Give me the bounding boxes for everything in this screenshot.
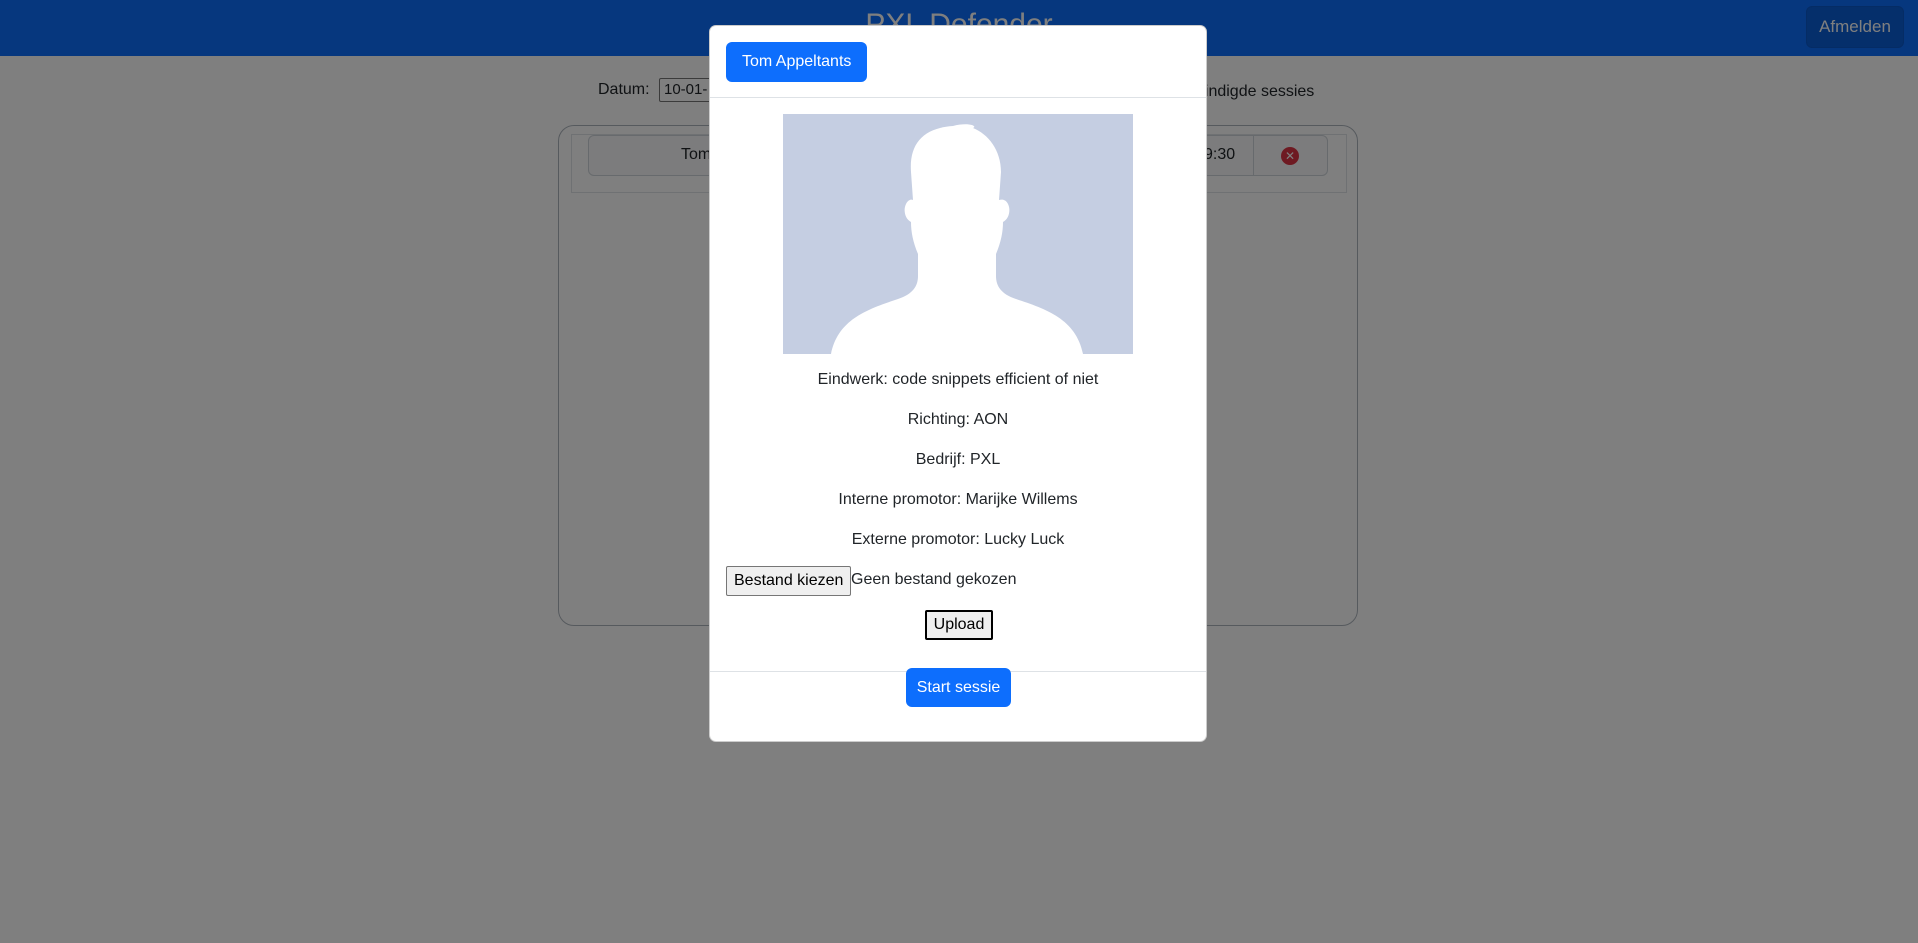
student-name-button[interactable]: Tom Appeltants [726,42,868,82]
externe-promotor-text: Externe promotor: Lucky Luck [851,531,1065,548]
upload-button[interactable]: Upload [925,610,993,640]
eindwerk-text: Eindwerk: code snippets efficient of nie… [817,371,1099,388]
modal-header: Tom Appeltants [710,26,1206,98]
choose-file-button[interactable]: Bestand kiezen [726,566,852,596]
bedrijf-text: Bedrijf: PXL [915,451,1001,468]
file-status-text: Geen bestand gekozen [851,571,1017,588]
avatar [783,114,1133,354]
person-silhouette-icon [831,124,1083,354]
interne-promotor-text: Interne promotor: Marijke Willems [838,491,1078,508]
student-modal: Tom Appeltants Eindwerk: code snippets e… [709,25,1207,742]
richting-text: Richting: AON [907,411,1009,428]
start-session-button[interactable]: Start sessie [906,668,1011,707]
